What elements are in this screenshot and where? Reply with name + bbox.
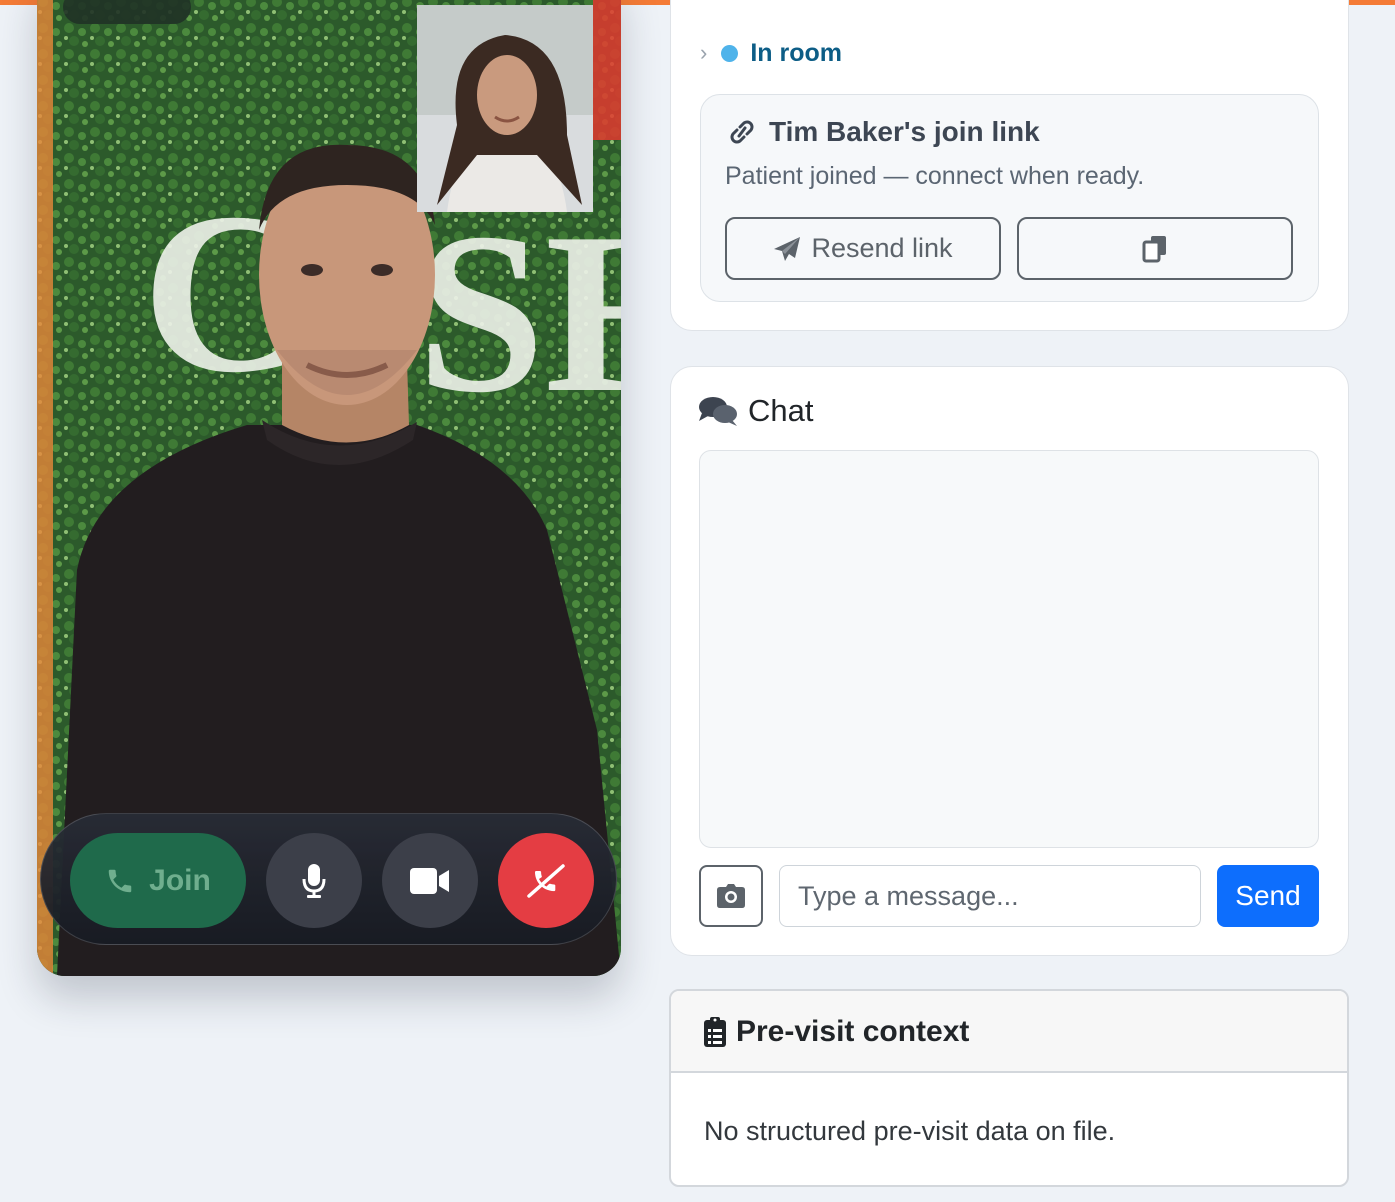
status-label: In room [750,38,842,67]
chat-title: Chat [698,393,813,429]
camera-icon [717,884,745,908]
self-view-feed [417,5,593,212]
copy-icon [1142,235,1166,262]
join-call-button[interactable]: Join [70,833,246,928]
chat-title-text: Chat [748,393,814,428]
status-row[interactable]: › In room [700,38,842,68]
join-label: Join [149,863,211,897]
link-icon [730,120,754,144]
chat-messages-area[interactable] [699,450,1319,848]
svg-text:SH: SH [417,185,621,440]
resend-link-label: Resend link [811,233,953,263]
copy-link-button[interactable] [1017,217,1293,280]
previsit-header: Pre-visit context [671,991,1347,1073]
join-link-subtitle: Patient joined — connect when ready. [725,162,1145,190]
previsit-title-text: Pre-visit context [736,1015,970,1048]
video-camera-icon [410,867,449,894]
phone-icon [108,869,132,892]
status-dot [721,44,739,62]
clipboard-list-icon [704,1017,726,1047]
end-call-icon [527,863,565,898]
join-link-title: Tim Baker's join link [725,116,1040,148]
previsit-title: Pre-visit context [704,1015,969,1049]
attach-photo-button[interactable] [699,865,763,927]
video-call-panel: C SH Join [37,0,621,976]
paper-plane-icon [774,236,801,261]
call-controls-bar: Join [40,813,617,945]
send-message-button[interactable]: Send [1217,865,1319,927]
previsit-context-card: Pre-visit context No structured pre-visi… [669,989,1349,1187]
chevron-right-icon[interactable]: › [700,40,707,66]
resend-link-button[interactable]: Resend link [725,217,1001,280]
top-overlay-pill [63,0,191,24]
microphone-icon [302,863,326,898]
previsit-empty-message: No structured pre-visit data on file. [704,1116,1116,1146]
toggle-camera-button[interactable] [382,833,478,928]
join-link-title-text: Tim Baker's join link [769,116,1040,147]
chat-message-input[interactable] [779,865,1201,927]
self-view-video [417,5,593,212]
comments-icon [699,397,737,426]
end-call-button[interactable] [498,833,594,928]
mute-microphone-button[interactable] [266,833,362,928]
